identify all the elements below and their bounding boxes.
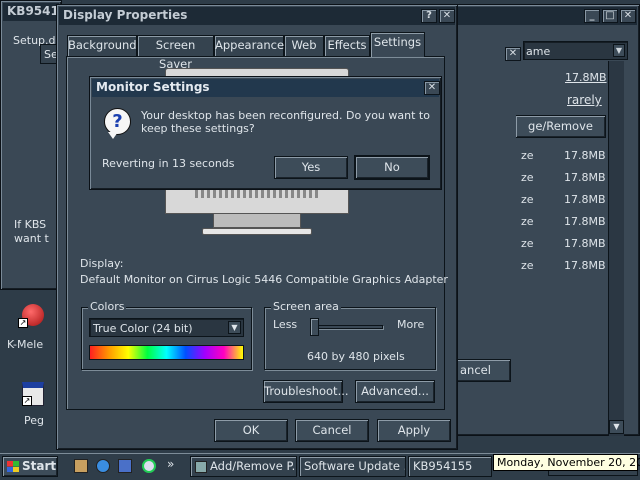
chevron-down-icon[interactable]: ▼: [613, 44, 625, 57]
monitor-neck: [213, 214, 301, 228]
start-button[interactable]: Start: [2, 456, 58, 477]
addremove-icon: [195, 460, 207, 473]
dialog-message: Your desktop has been reconfigured. Do y…: [141, 109, 430, 135]
more-label: More: [397, 318, 425, 331]
update-scrollbar[interactable]: ▼: [608, 61, 624, 436]
desktop-icon[interactable]: [74, 459, 88, 473]
list-item-size: 17.8MB: [564, 259, 606, 272]
list-item-prefix: ze: [521, 215, 534, 228]
yes-button[interactable]: Yes: [274, 156, 348, 179]
panel-close-icon[interactable]: ✕: [505, 47, 521, 61]
ie-icon[interactable]: [96, 459, 110, 473]
resolution-slider-thumb[interactable]: [310, 318, 319, 336]
ok-button[interactable]: OK: [214, 419, 288, 442]
less-label: Less: [273, 318, 298, 331]
shortcut-arrow-icon: ↗: [18, 318, 28, 328]
software-update-window: _ □ ✕ ✕ ame ▼ 17.8MB rarely ge/Remove ▼ …: [455, 4, 640, 436]
minimize-icon[interactable]: _: [584, 9, 600, 23]
display-properties-title[interactable]: Display Properties: [59, 7, 455, 25]
apply-button[interactable]: Apply: [377, 419, 451, 442]
question-icon: ?: [104, 108, 131, 135]
question-icon-tail: [108, 132, 118, 139]
desktop-icon-kmeleon[interactable]: ↗ K-Mele: [4, 300, 54, 356]
name-column-label: ame: [526, 45, 551, 58]
no-button[interactable]: No: [354, 155, 430, 180]
list-item-prefix: ze: [521, 259, 534, 272]
chevron-icon[interactable]: »: [167, 457, 174, 471]
kb-window-title[interactable]: KB954155: [3, 3, 59, 21]
tab-screen-saver[interactable]: Screen Saver: [137, 35, 214, 71]
tab-background[interactable]: Background: [67, 35, 137, 56]
kb-info-text-2: want t: [14, 232, 49, 245]
desktop-icon-label: K-Mele: [7, 338, 44, 351]
monitor-settings-title[interactable]: Monitor Settings: [92, 79, 439, 97]
kb-info-text-1: If KBS: [14, 218, 47, 231]
taskbar-item-label: Software Update ...: [304, 459, 406, 473]
tab-settings[interactable]: Settings: [370, 32, 425, 57]
shortcut-arrow-icon: ↗: [22, 396, 32, 406]
clock-tooltip: Monday, November 20, 2023: [493, 454, 640, 471]
tab-effects[interactable]: Effects: [324, 35, 370, 56]
name-column-select[interactable]: ame ▼: [523, 41, 628, 60]
list-item-size: 17.8MB: [564, 237, 606, 250]
troubleshoot-button[interactable]: Troubleshoot...: [263, 380, 349, 403]
start-label: Start: [22, 459, 57, 473]
colors-selected-value: True Color (24 bit): [93, 322, 193, 335]
monitor-settings-dialog: Monitor Settings ✕ ? Your desktop has be…: [89, 76, 442, 190]
colors-group: Colors: [81, 301, 252, 370]
help-icon[interactable]: ?: [421, 9, 437, 23]
list-item-prefix: ze: [521, 237, 534, 250]
list-item-size: 17.8MB: [564, 193, 606, 206]
tab-appearance[interactable]: Appearance: [214, 35, 284, 56]
resolution-value: 640 by 480 pixels: [307, 350, 405, 363]
change-remove-button[interactable]: ge/Remove: [516, 115, 606, 138]
resolution-slider-track[interactable]: [313, 325, 383, 329]
list-item-prefix: ze: [521, 193, 534, 206]
list-item-size: 17.8MB: [564, 215, 606, 228]
countdown-text: Reverting in 13 seconds: [102, 157, 235, 170]
taskbar-item-kb954155[interactable]: KB954155: [408, 456, 492, 477]
colors-select[interactable]: True Color (24 bit) ▼: [89, 318, 244, 337]
chevron-down-icon[interactable]: ▼: [228, 321, 241, 334]
cancel-button[interactable]: Cancel: [295, 419, 369, 442]
usage-link[interactable]: rarely: [567, 93, 602, 107]
taskbar-item-label: KB954155: [413, 459, 473, 473]
list-item-size: 17.8MB: [564, 171, 606, 184]
scroll-down-icon[interactable]: ▼: [609, 420, 624, 434]
windows-logo-icon: [7, 461, 19, 472]
close-icon[interactable]: ✕: [620, 9, 636, 23]
advanced-button[interactable]: Advanced...: [355, 380, 435, 403]
search-icon[interactable]: [142, 459, 156, 473]
taskbar-item-label: Add/Remove P...: [210, 459, 297, 473]
list-item-prefix: ze: [521, 171, 534, 184]
monitor-base: [202, 228, 312, 235]
close-icon[interactable]: ✕: [439, 9, 455, 23]
display-value: Default Monitor on Cirrus Logic 5446 Com…: [80, 273, 448, 286]
maximize-icon[interactable]: □: [602, 9, 618, 23]
display-label: Display:: [80, 257, 124, 270]
close-icon[interactable]: ✕: [424, 81, 440, 95]
taskbar-item-software-update[interactable]: Software Update ...: [299, 456, 406, 477]
desktop-icon-label: Peg: [24, 414, 44, 427]
list-item-size: 17.8MB: [564, 149, 606, 162]
desktop-icon-peg[interactable]: ↗ Peg: [4, 378, 54, 434]
color-spectrum-bar: [89, 345, 244, 360]
update-cancel-button[interactable]: ancel: [456, 359, 511, 382]
size-top: 17.8MB: [565, 71, 607, 84]
taskbar-item-addremove[interactable]: Add/Remove P...: [190, 456, 297, 477]
quick-launch: »: [66, 457, 186, 476]
list-item-prefix: ze: [521, 149, 534, 162]
screen-area-label: Screen area: [271, 300, 341, 313]
colors-label: Colors: [88, 300, 127, 313]
tab-web[interactable]: Web: [284, 35, 324, 56]
outlook-icon[interactable]: [118, 459, 132, 473]
